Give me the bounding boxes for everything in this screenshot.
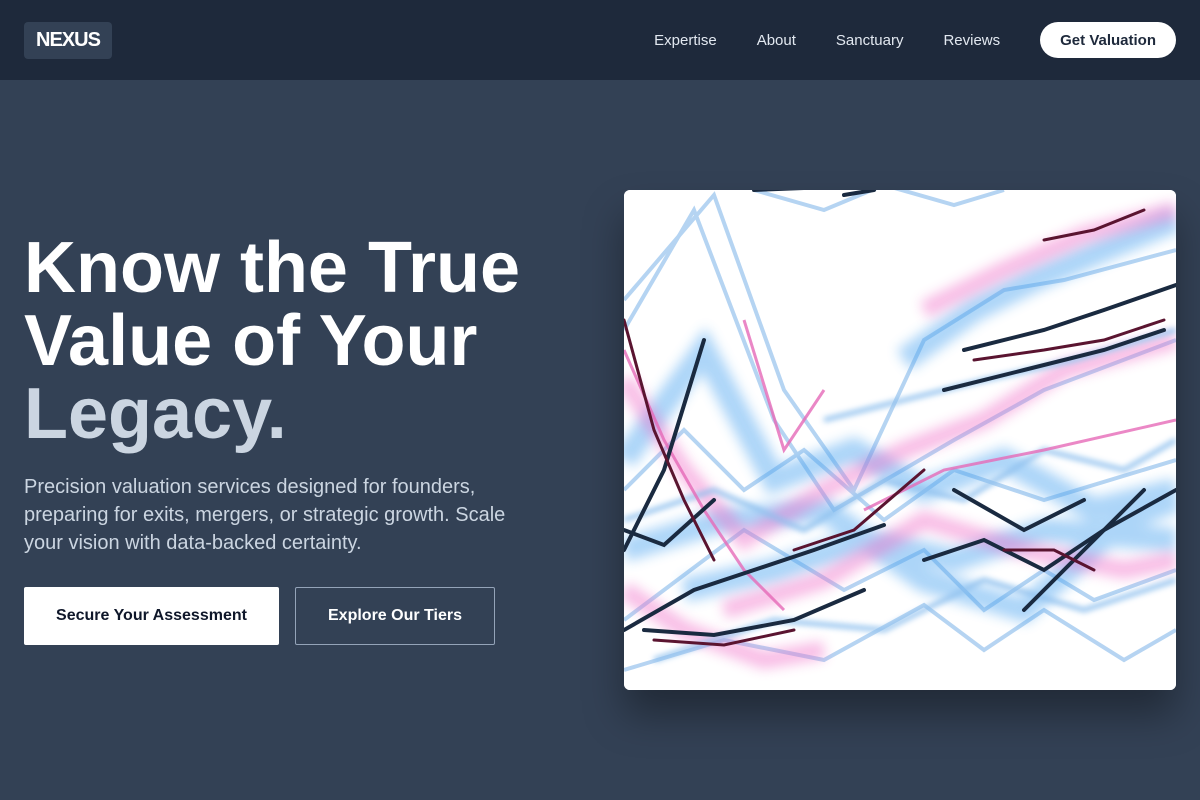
nav-link-reviews[interactable]: Reviews [943,32,1000,49]
abstract-line-art [624,190,1176,690]
headline-line-1: Know the True [24,228,521,308]
headline-accent: Legacy. [24,374,287,454]
headline-line-2: Value of Your [24,301,478,381]
brand-logo[interactable]: NEXUS [24,21,112,59]
hero-button-group: Secure Your Assessment Explore Our Tiers [24,587,564,645]
main-nav: Expertise About Sanctuary Reviews Get Va… [654,22,1176,58]
hero-subheading: Precision valuation services designed fo… [24,476,506,554]
explore-tiers-button[interactable]: Explore Our Tiers [295,587,495,645]
nav-link-sanctuary[interactable]: Sanctuary [836,32,904,49]
hero-section: Know the True Value of Your Legacy. Prec… [24,232,564,645]
get-valuation-button[interactable]: Get Valuation [1040,22,1176,58]
secure-assessment-button[interactable]: Secure Your Assessment [24,587,279,645]
nav-link-expertise[interactable]: Expertise [654,32,717,49]
hero-abstract-image [624,190,1176,690]
hero-headline: Know the True Value of Your Legacy. [24,232,564,451]
top-navbar: NEXUS Expertise About Sanctuary Reviews … [0,0,1200,80]
nav-link-about[interactable]: About [757,32,796,49]
